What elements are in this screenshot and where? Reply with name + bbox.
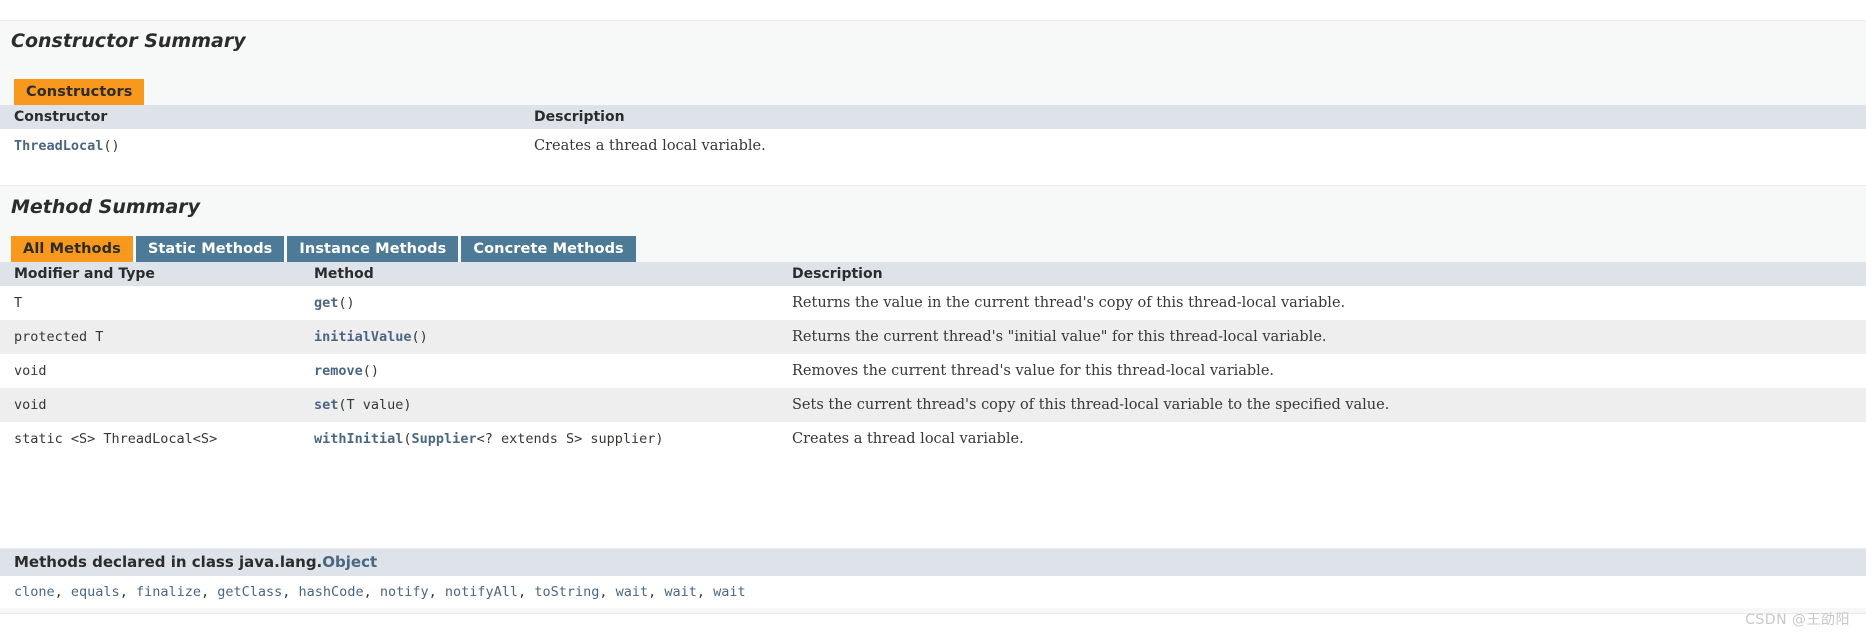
method-cell: withInitial(Supplier<? extends S> suppli… xyxy=(300,422,778,456)
inherited-header-prefix: Methods declared in class java.lang. xyxy=(14,553,323,571)
method-modifier: void xyxy=(0,388,300,422)
list-separator: , xyxy=(363,584,380,600)
method-link-withinitial[interactable]: withInitial xyxy=(314,431,403,447)
list-separator: , xyxy=(428,584,445,600)
constructor-summary-section: Constructor Summary Constructors Constru… xyxy=(0,20,1866,163)
column-header-description: Description xyxy=(778,262,1866,286)
tab-instance-methods[interactable]: Instance Methods xyxy=(287,236,459,262)
constructor-args: () xyxy=(103,138,120,154)
method-description: Removes the current thread's value for t… xyxy=(778,354,1866,388)
column-header-modifier-and-type: Modifier and Type xyxy=(0,262,300,286)
list-separator: , xyxy=(54,584,71,600)
javadoc-page: Constructor Summary Constructors Constru… xyxy=(0,0,1866,637)
inherited-method-notifyall[interactable]: notifyAll xyxy=(445,584,518,600)
table-row: void remove() Removes the current thread… xyxy=(0,354,1866,388)
table-row: static <S> ThreadLocal<S> withInitial(Su… xyxy=(0,422,1866,456)
csdn-watermark: CSDN @王劭阳 xyxy=(1745,612,1850,628)
list-separator: , xyxy=(518,584,535,600)
method-args: () xyxy=(338,295,355,311)
method-modifier: T xyxy=(0,286,300,320)
inherited-method-hashcode[interactable]: hashCode xyxy=(299,584,364,600)
inherited-method-finalize[interactable]: finalize xyxy=(136,584,201,600)
list-separator: , xyxy=(200,584,218,600)
constructor-link-threadlocal[interactable]: ThreadLocal xyxy=(14,138,103,154)
inherited-methods-header: Methods declared in class java.lang.Obje… xyxy=(0,549,1866,576)
method-modifier: void xyxy=(0,354,300,388)
method-args: () xyxy=(411,329,428,345)
inherited-method-wait-2[interactable]: wait xyxy=(664,584,697,600)
method-args: (T value) xyxy=(338,397,412,413)
tab-constructors[interactable]: Constructors xyxy=(14,79,145,105)
method-modifier: static <S> ThreadLocal<S> xyxy=(0,422,300,456)
tab-all-methods[interactable]: All Methods xyxy=(11,236,133,262)
method-description: Sets the current thread's copy of this t… xyxy=(778,388,1866,422)
inherited-method-getclass[interactable]: getClass xyxy=(217,584,282,600)
table-row: ThreadLocal() Creates a thread local var… xyxy=(0,129,1866,163)
method-link-get[interactable]: get xyxy=(314,295,338,311)
inherited-methods-section: Methods declared in class java.lang.Obje… xyxy=(0,548,1866,614)
constructor-tabs: Constructors xyxy=(14,79,145,105)
method-filter-tabs: All Methods Static Methods Instance Meth… xyxy=(11,236,636,262)
inherited-method-notify[interactable]: notify xyxy=(380,584,429,600)
method-description: Creates a thread local variable. xyxy=(778,422,1866,456)
type-link-supplier[interactable]: Supplier xyxy=(412,431,477,447)
table-row: void set(T value) Sets the current threa… xyxy=(0,388,1866,422)
table-header-row: Constructor Description xyxy=(0,105,1866,129)
inherited-method-wait-3[interactable]: wait xyxy=(713,584,746,600)
constructor-cell: ThreadLocal() xyxy=(0,129,520,163)
list-separator: , xyxy=(119,584,136,600)
method-cell: set(T value) xyxy=(300,388,778,422)
table-row: T get() Returns the value in the current… xyxy=(0,286,1866,320)
column-header-method: Method xyxy=(300,262,778,286)
inherited-method-wait-1[interactable]: wait xyxy=(616,584,649,600)
tab-concrete-methods[interactable]: Concrete Methods xyxy=(461,236,636,262)
method-link-initialvalue[interactable]: initialValue xyxy=(314,329,412,345)
column-header-constructor: Constructor xyxy=(0,105,520,129)
inherited-methods-list: clone, equals, finalize, getClass, hashC… xyxy=(0,576,1866,608)
constructor-summary-table: Constructor Description ThreadLocal() Cr… xyxy=(0,105,1866,163)
method-cell: get() xyxy=(300,286,778,320)
table-header-row: Modifier and Type Method Description xyxy=(0,262,1866,286)
list-separator: , xyxy=(696,584,714,600)
inherited-method-tostring[interactable]: toString xyxy=(534,584,599,600)
inherited-method-equals[interactable]: equals xyxy=(71,584,120,600)
inherited-class-link-object[interactable]: Object xyxy=(322,553,377,571)
list-separator: , xyxy=(282,584,299,600)
method-summary-title: Method Summary xyxy=(11,196,201,218)
method-description: Returns the current thread's "initial va… xyxy=(778,320,1866,354)
method-link-set[interactable]: set xyxy=(314,397,338,413)
method-args: () xyxy=(362,363,380,379)
method-cell: initialValue() xyxy=(300,320,778,354)
method-modifier: protected T xyxy=(0,320,300,354)
method-args-open-paren: ( xyxy=(403,431,412,447)
inherited-method-clone[interactable]: clone xyxy=(14,584,55,600)
constructor-description: Creates a thread local variable. xyxy=(520,129,1866,163)
method-link-remove[interactable]: remove xyxy=(314,363,363,379)
method-description: Returns the value in the current thread'… xyxy=(778,286,1866,320)
list-separator: , xyxy=(599,584,616,600)
table-row: protected T initialValue() Returns the c… xyxy=(0,320,1866,354)
list-separator: , xyxy=(648,584,665,600)
constructor-summary-title: Constructor Summary xyxy=(11,30,246,52)
method-summary-section: Method Summary All Methods Static Method… xyxy=(0,185,1866,456)
method-summary-table: Modifier and Type Method Description T g… xyxy=(0,262,1866,456)
column-header-description: Description xyxy=(520,105,1866,129)
tab-static-methods[interactable]: Static Methods xyxy=(135,236,285,262)
method-cell: remove() xyxy=(300,354,778,388)
method-args-remainder: <? extends S> supplier) xyxy=(476,431,664,447)
